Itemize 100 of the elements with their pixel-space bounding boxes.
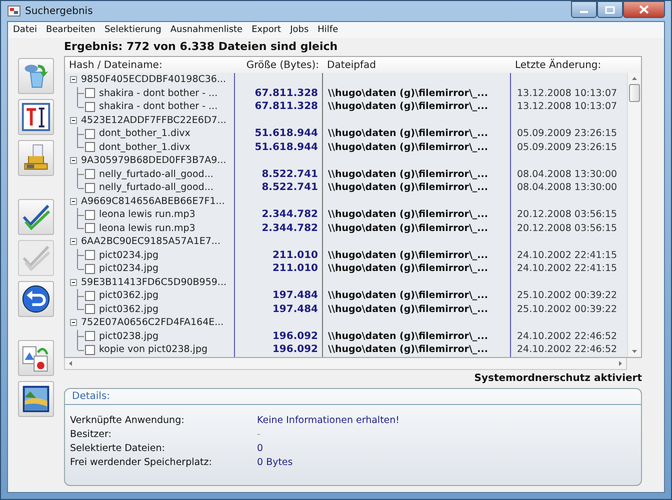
file-checkbox[interactable]	[85, 169, 95, 180]
file-path: \\hugo\daten (g)\filemirror\_...	[328, 262, 488, 276]
modified-date: 20.12.2008 03:56:15	[517, 222, 618, 235]
modified-date: 05.09.2009 23:26:15	[517, 140, 618, 154]
menu-item[interactable]: Jobs	[290, 25, 309, 35]
file-name[interactable]: leona lewis run.mp3	[99, 208, 196, 222]
menu-item[interactable]: Selektierung	[104, 25, 162, 35]
modified-date: 25.10.2002 00:39:22	[517, 302, 618, 316]
minimize-button[interactable]	[571, 1, 597, 18]
scroll-up-icon[interactable]	[631, 76, 638, 81]
image-button[interactable]	[18, 381, 54, 417]
file-path: \\hugo\daten (g)\filemirror\_...	[328, 208, 488, 222]
detail-label: Besitzer:	[70, 428, 112, 440]
menu-item[interactable]: Bearbeiten	[46, 25, 96, 35]
file-path: \\hugo\daten (g)\filemirror\_...	[328, 343, 488, 356]
file-name[interactable]: dont_bother_1.divx	[99, 127, 190, 140]
horizontal-scrollbar[interactable]	[64, 358, 627, 370]
details-title: Details:	[72, 390, 110, 402]
modified-date: 13.12.2008 10:13:07	[517, 86, 618, 100]
file-path: \\hugo\daten (g)\filemirror\_...	[328, 302, 488, 316]
menu-item[interactable]: Hilfe	[318, 25, 338, 35]
file-size: 197.484	[272, 302, 318, 316]
file-path: \\hugo\daten (g)\filemirror\_...	[328, 330, 488, 343]
file-checkbox[interactable]	[85, 88, 95, 98]
modified-date: 05.09.2009 23:26:15	[517, 127, 618, 140]
archive-button[interactable]	[18, 140, 54, 176]
detail-value: -	[257, 428, 262, 440]
file-name[interactable]: shakira - dont bother - ...	[99, 100, 218, 114]
column-header[interactable]: Dateipfad	[323, 60, 511, 70]
detail-value: 0	[257, 442, 264, 454]
file-checkbox[interactable]	[85, 128, 95, 139]
file-checkbox[interactable]	[85, 182, 95, 193]
file-size: 51.618.944	[254, 127, 318, 140]
file-checkbox[interactable]	[85, 223, 95, 234]
file-name[interactable]: pict0238.jpg	[99, 330, 159, 343]
collapse-button[interactable]	[69, 237, 78, 246]
file-path: \\hugo\daten (g)\filemirror\_...	[328, 181, 488, 194]
file-size: 51.618.944	[254, 140, 318, 154]
modified-date: 24.10.2002 22:41:15	[517, 248, 618, 262]
modified-date: 24.10.2002 22:46:52	[517, 330, 618, 343]
file-size: 2.344.782	[262, 222, 318, 235]
file-checkbox[interactable]	[85, 102, 95, 112]
file-checkbox[interactable]	[85, 250, 95, 260]
file-name[interactable]: pict0234.jpg	[99, 262, 159, 276]
file-checkbox[interactable]	[85, 142, 95, 152]
text-button[interactable]	[18, 99, 54, 135]
file-name[interactable]: pict0234.jpg	[99, 248, 159, 262]
hash-value: 9A305979B68DED0FF3B7A9...	[81, 154, 226, 168]
restore-button[interactable]	[18, 340, 54, 376]
menu-item[interactable]: Ausnahmenliste	[170, 25, 243, 35]
collapse-button[interactable]	[69, 116, 78, 125]
file-size: 196.092	[272, 330, 318, 343]
column-header[interactable]: Hash / Dateiname:	[65, 60, 235, 70]
collapse-button[interactable]	[69, 318, 78, 328]
file-size: 2.344.782	[262, 208, 318, 222]
column-header[interactable]: Letzte Änderung:	[511, 60, 625, 70]
column-header[interactable]: Größe (Bytes):	[235, 60, 323, 70]
file-name[interactable]: nelly_furtado-all_good...	[99, 168, 214, 181]
file-size: 8.522.741	[262, 181, 318, 194]
detail-label: Frei werdender Speicherplatz:	[70, 456, 213, 468]
file-checkbox[interactable]	[85, 210, 95, 220]
collapse-button[interactable]	[69, 75, 78, 84]
file-path: \\hugo\daten (g)\filemirror\_...	[328, 86, 488, 100]
file-checkbox[interactable]	[85, 344, 95, 355]
menu-item[interactable]: Export	[252, 25, 282, 35]
hash-value: 6AA2BC90EC9185A57A1E7...	[81, 235, 220, 248]
file-name[interactable]: leona lewis run.mp3	[99, 222, 196, 235]
menu-item[interactable]: Datei	[13, 25, 38, 35]
undo-button[interactable]	[18, 281, 54, 317]
file-path: \\hugo\daten (g)\filemirror\_...	[328, 289, 488, 302]
collapse-button[interactable]	[69, 156, 78, 166]
maximize-button[interactable]	[597, 1, 623, 18]
file-size: 197.484	[272, 289, 318, 302]
file-name[interactable]: kopie von pict0238.jpg	[99, 343, 208, 356]
scroll-right-icon[interactable]	[618, 360, 623, 366]
file-checkbox[interactable]	[85, 290, 95, 301]
vertical-scrollbar[interactable]	[627, 73, 641, 356]
file-size: 8.522.741	[262, 168, 318, 181]
window-icon	[7, 4, 21, 18]
file-checkbox[interactable]	[85, 304, 95, 314]
collapse-button[interactable]	[69, 278, 78, 287]
file-checkbox[interactable]	[85, 331, 95, 342]
scroll-thumb[interactable]	[629, 84, 640, 102]
modified-date: 08.04.2008 13:30:00	[517, 181, 618, 194]
collapse-button[interactable]	[69, 196, 78, 206]
file-name[interactable]: dont_bother_1.divx	[99, 140, 190, 154]
recycle-button[interactable]	[18, 58, 54, 94]
scroll-down-icon[interactable]	[631, 348, 638, 354]
modified-date: 25.10.2002 00:39:22	[517, 289, 618, 302]
file-name[interactable]: nelly_furtado-all_good...	[99, 181, 214, 194]
check-button[interactable]	[18, 199, 54, 235]
file-name[interactable]: pict0362.jpg	[99, 289, 159, 302]
file-checkbox[interactable]	[85, 264, 95, 274]
close-button[interactable]	[623, 1, 665, 18]
file-name[interactable]: pict0362.jpg	[99, 302, 159, 316]
maximize-icon	[605, 6, 615, 14]
file-path: \\hugo\daten (g)\filemirror\_...	[328, 248, 488, 262]
file-name[interactable]: shakira - dont bother - ...	[99, 86, 218, 100]
scroll-left-icon[interactable]	[68, 360, 73, 366]
file-path: \\hugo\daten (g)\filemirror\_...	[328, 168, 488, 181]
